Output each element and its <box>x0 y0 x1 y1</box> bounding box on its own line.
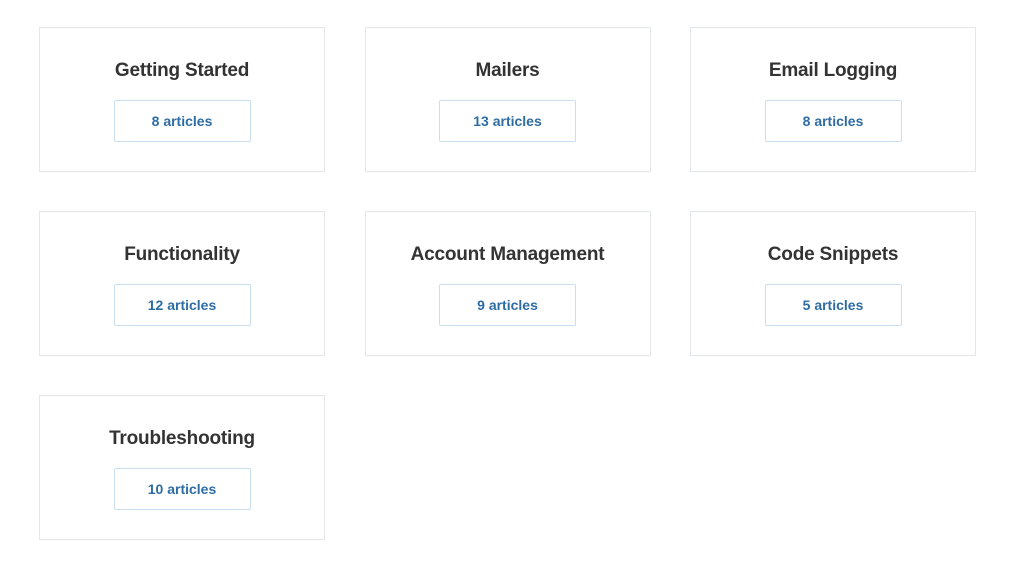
category-title: Account Management <box>410 244 605 265</box>
category-card-code-snippets[interactable]: Code Snippets 5 articles <box>690 211 976 356</box>
category-title: Email Logging <box>768 60 898 81</box>
category-title: Troubleshooting <box>109 428 255 449</box>
article-count-button[interactable]: 9 articles <box>439 284 576 326</box>
category-card-account-management[interactable]: Account Management 9 articles <box>364 211 651 356</box>
article-count-button[interactable]: 13 articles <box>439 100 576 142</box>
category-title: Mailers <box>475 60 540 81</box>
category-title: Getting Started <box>114 60 250 81</box>
category-title: Code Snippets <box>767 244 899 265</box>
category-card-functionality[interactable]: Functionality 12 articles <box>39 211 325 356</box>
category-card-mailers[interactable]: Mailers 13 articles <box>364 27 651 172</box>
category-grid: Getting Started 8 articles Mailers 13 ar… <box>39 27 976 540</box>
category-card-email-logging[interactable]: Email Logging 8 articles <box>690 27 976 172</box>
article-count-button[interactable]: 10 articles <box>113 468 251 510</box>
category-card-getting-started[interactable]: Getting Started 8 articles <box>39 27 325 172</box>
article-count-button[interactable]: 12 articles <box>113 284 251 326</box>
article-count-button[interactable]: 8 articles <box>113 100 251 142</box>
category-title: Functionality <box>124 244 240 265</box>
category-card-troubleshooting[interactable]: Troubleshooting 10 articles <box>39 395 325 540</box>
article-count-button[interactable]: 5 articles <box>764 284 902 326</box>
article-count-button[interactable]: 8 articles <box>764 100 902 142</box>
